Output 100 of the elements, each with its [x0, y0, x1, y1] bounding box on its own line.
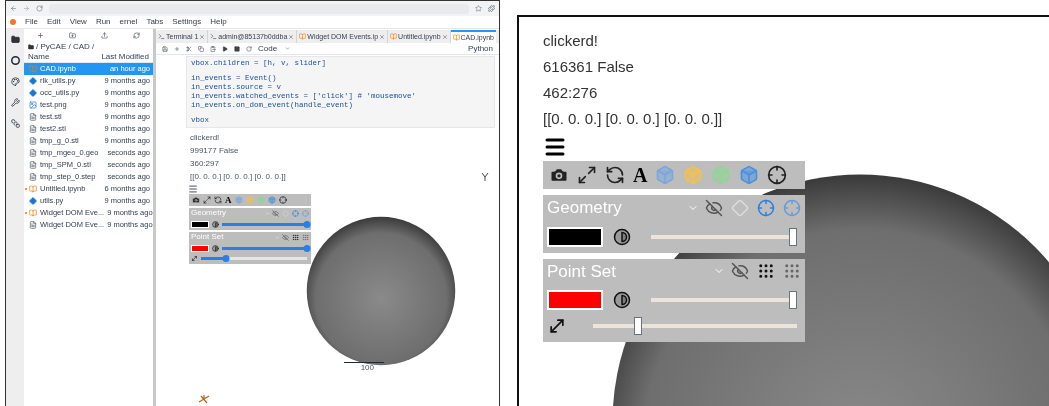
tabs-icon[interactable]: [10, 119, 20, 128]
target-icon[interactable]: [767, 165, 788, 185]
file-icon: [29, 137, 37, 145]
column-header[interactable]: Last Modified: [101, 52, 149, 62]
color-swatch[interactable]: [191, 220, 209, 228]
run-icon[interactable]: [222, 45, 228, 52]
notebook-icon: [390, 33, 398, 40]
target-icon[interactable]: [278, 196, 287, 204]
output-line: 999177 False: [190, 146, 239, 156]
rotate-icon[interactable]: [214, 196, 222, 204]
palette-icon[interactable]: [10, 77, 20, 86]
output-line: clickerd!: [190, 133, 220, 143]
forward-icon[interactable]: [23, 5, 30, 12]
upload-icon[interactable]: [101, 31, 109, 39]
save-icon[interactable]: [162, 45, 168, 52]
resize-icon: [191, 254, 198, 262]
file-icon: [29, 161, 37, 169]
scale-bar: [344, 362, 384, 363]
wireframe-mode-icon[interactable]: [292, 209, 299, 217]
hidden-eye-icon[interactable]: [731, 262, 749, 281]
annotation-toggle[interactable]: A: [225, 195, 232, 205]
breadcrumb-path[interactable]: / PyCAE / CAD /: [36, 41, 95, 52]
camera-icon[interactable]: [192, 196, 200, 204]
rotate-icon[interactable]: [605, 165, 625, 185]
slider-thumb[interactable]: [789, 227, 797, 246]
jupyter-logo: [10, 19, 16, 25]
color-swatch[interactable]: [547, 226, 603, 247]
slider-thumb[interactable]: [789, 291, 797, 309]
new-launcher-icon[interactable]: [36, 31, 44, 39]
cut-icon[interactable]: [186, 45, 192, 52]
terminal-icon: [210, 33, 218, 40]
notebook-icon: [29, 185, 37, 193]
cube-view-icon[interactable]: [739, 165, 760, 185]
file-icon: [29, 173, 37, 181]
column-header[interactable]: Name: [28, 52, 50, 62]
slider-thumb[interactable]: [222, 254, 230, 262]
menu-item[interactable]: Settings: [172, 17, 202, 27]
close-icon[interactable]: [379, 33, 386, 40]
image-icon: [29, 101, 37, 109]
close-icon[interactable]: [199, 33, 206, 40]
orientation-icon[interactable]: [481, 172, 489, 182]
square-points-icon[interactable]: [757, 262, 775, 281]
folder-icon: [28, 43, 34, 50]
expand-icon[interactable]: [203, 196, 211, 204]
menu-item[interactable]: View: [69, 17, 87, 27]
wireframe-mode-icon[interactable]: [757, 198, 775, 217]
kernel-name: Python: [468, 43, 493, 54]
menu-item[interactable]: Edit: [46, 17, 61, 27]
output-line: 462:276: [543, 83, 598, 103]
color-swatch[interactable]: [547, 290, 603, 310]
file-icon: [29, 221, 37, 229]
opacity-icon: [613, 227, 631, 246]
points-mode-icon[interactable]: [783, 198, 801, 217]
output-line: [[0. 0. 0.] [0. 0. 0.] [0. 0. 0.]]: [190, 172, 286, 182]
menu-item[interactable]: Run: [95, 17, 111, 27]
hidden-eye-icon[interactable]: [705, 198, 723, 217]
stop-icon[interactable]: [234, 45, 240, 52]
menu-item[interactable]: Help: [210, 17, 227, 27]
output-line: 616361 False: [543, 57, 634, 77]
add-cell-icon[interactable]: [174, 45, 180, 52]
cube-view-icon[interactable]: [267, 196, 276, 204]
star-icon[interactable]: [475, 5, 482, 12]
menu-item[interactable]: File: [25, 17, 38, 27]
output-line: [[0. 0. 0.] [0. 0. 0.] [0. 0. 0.]]: [543, 109, 723, 129]
round-points-icon[interactable]: [783, 262, 801, 281]
axes-icon: [198, 394, 210, 404]
folder-icon[interactable]: [10, 35, 20, 44]
resize-icon: [547, 316, 567, 336]
color-swatch[interactable]: [191, 244, 209, 252]
caret-icon: [285, 46, 291, 51]
slider-thumb[interactable]: [303, 244, 311, 252]
opacity-icon: [613, 291, 631, 309]
slider-thumb[interactable]: [633, 317, 642, 335]
hidden-eye-icon[interactable]: [272, 209, 279, 217]
slider-thumb[interactable]: [303, 220, 311, 228]
paste-icon[interactable]: [210, 45, 216, 52]
cell-type-dropdown[interactable]: Code: [258, 43, 291, 54]
refresh-icon[interactable]: [133, 31, 141, 39]
opacity-icon: [212, 244, 219, 252]
expand-icon[interactable]: [577, 165, 597, 185]
extension-icon[interactable]: [488, 5, 495, 12]
running-icon[interactable]: [10, 56, 20, 65]
scale-label: 100: [360, 363, 374, 373]
close-icon[interactable]: [441, 33, 448, 40]
wrench-icon[interactable]: [10, 98, 20, 107]
back-icon[interactable]: [10, 5, 17, 12]
menu-item[interactable]: ernel: [119, 17, 138, 27]
points-mode-icon[interactable]: [302, 209, 309, 217]
menu-item[interactable]: Tabs: [146, 17, 164, 27]
opacity-icon: [212, 220, 219, 228]
restart-icon[interactable]: [246, 45, 252, 52]
new-folder-icon[interactable]: [68, 31, 76, 39]
python-file-icon: [29, 197, 37, 205]
file-icon: [29, 125, 37, 133]
annotation-toggle[interactable]: A: [633, 165, 648, 185]
copy-icon[interactable]: [198, 45, 204, 52]
surface-mode-icon[interactable]: [731, 198, 749, 217]
reload-icon[interactable]: [36, 5, 43, 12]
file-icon: [29, 113, 37, 121]
close-icon[interactable]: [288, 33, 295, 40]
